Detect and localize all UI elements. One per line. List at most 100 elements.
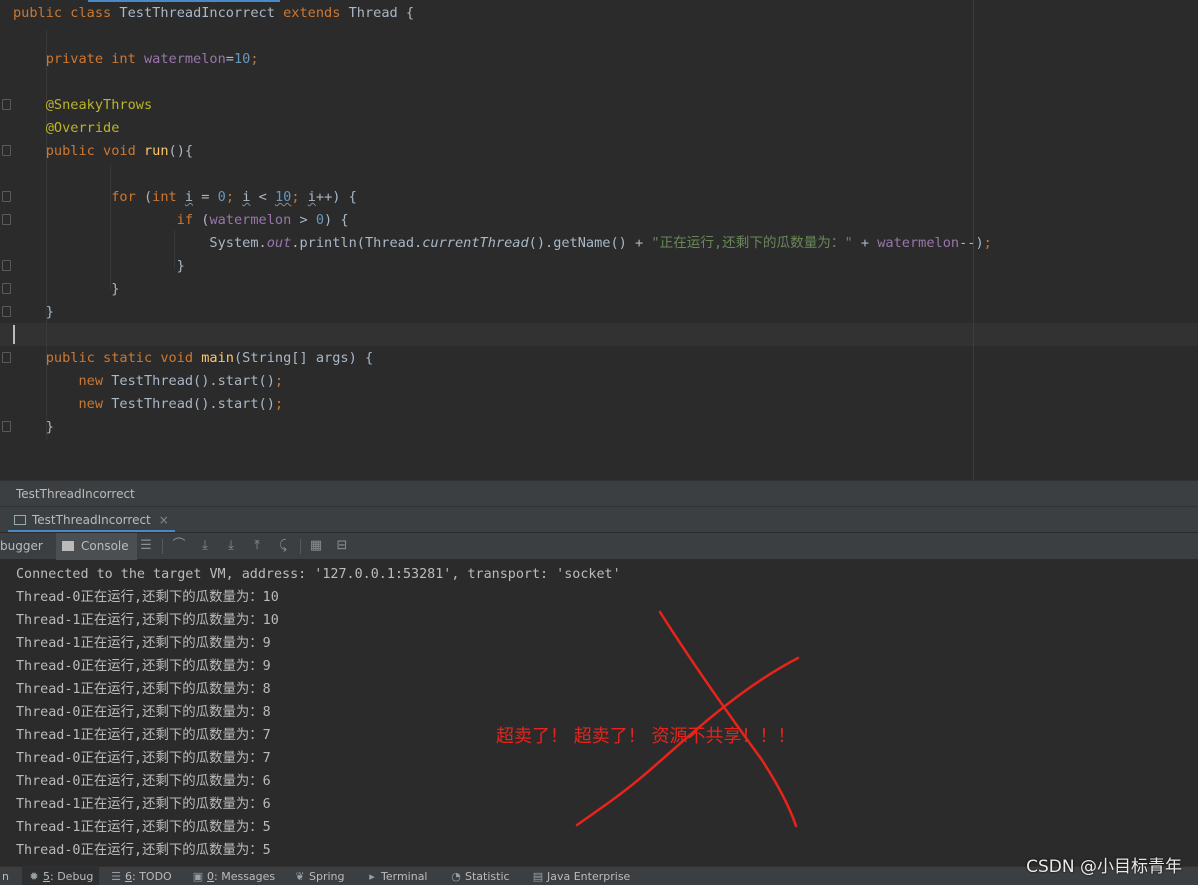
fold-marker[interactable]: [2, 214, 11, 225]
tool-number: 0: [207, 870, 214, 883]
code-line[interactable]: }: [13, 278, 119, 301]
fold-marker[interactable]: [2, 306, 11, 317]
run-to-cursor-icon[interactable]: ⤹: [275, 538, 291, 554]
code-token: run: [143, 143, 169, 159]
bug-icon: ✹: [29, 870, 39, 883]
step-out-icon[interactable]: ⤒: [249, 538, 265, 554]
current-line-highlight: [0, 323, 1198, 346]
tool-number: 6: [125, 870, 132, 883]
code-line[interactable]: new TestThread().start();: [13, 393, 283, 416]
code-line[interactable]: new TestThread().start();: [13, 370, 283, 393]
todo-tool[interactable]: ☰ 6: TODO: [108, 867, 174, 885]
debug-toolbar: bugger Console ☰ ⌒ ⤓ ⤓ ⤒ ⤹ ▦ ⊟: [0, 532, 1198, 560]
breadcrumb: TestThreadIncorrect: [0, 480, 1198, 506]
tool-number: 5: [43, 870, 50, 883]
code-editor[interactable]: public class TestThreadIncorrect extends…: [0, 0, 1198, 480]
fold-marker[interactable]: [2, 352, 11, 363]
code-line[interactable]: public void run(){: [13, 140, 193, 163]
code-line[interactable]: }: [13, 255, 185, 278]
fold-marker[interactable]: [2, 145, 11, 156]
messages-tool[interactable]: ▣ 0: Messages: [190, 867, 277, 885]
code-token: public void: [13, 143, 144, 159]
code-token: }: [13, 304, 54, 320]
tool-window-cut[interactable]: n: [0, 867, 11, 885]
tool-label: : TODO: [132, 870, 172, 883]
code-token: ().getName() +: [528, 235, 652, 251]
code-token: public static void: [13, 350, 202, 366]
code-token: TestThreadIncorrect: [119, 5, 284, 21]
code-line[interactable]: if (watermelon > 0) {: [13, 209, 349, 232]
code-token: int: [152, 189, 185, 205]
fold-marker[interactable]: [2, 283, 11, 294]
code-token: =: [225, 51, 234, 67]
code-token: watermelon: [209, 212, 292, 228]
tool-label: : Debug: [50, 870, 94, 883]
debug-tool[interactable]: ✹ 5: Debug: [22, 867, 100, 885]
menu-icon[interactable]: ☰: [138, 538, 154, 554]
code-line[interactable]: for (int i = 0; i < 10; i++) {: [13, 186, 357, 209]
step-over-icon[interactable]: ⤓: [197, 538, 213, 554]
code-token: new: [13, 373, 112, 389]
tool-label: Terminal: [381, 870, 428, 883]
code-token: .println(Thread.: [291, 235, 423, 251]
run-tab[interactable]: TestThreadIncorrect ×: [8, 507, 175, 533]
code-token: public class: [13, 5, 120, 21]
code-token: i: [307, 189, 316, 205]
code-line[interactable]: private int watermelon=10;: [13, 48, 259, 71]
tool-window-bar: n ✹ 5: Debug ☰ 6: TODO ▣ 0: Messages ❦ Spring ▸ Te…: [0, 866, 1198, 885]
tool-label: Spring: [309, 870, 345, 883]
code-line[interactable]: }: [13, 301, 54, 324]
text-caret: [13, 325, 15, 344]
step-into-icon[interactable]: ⤓: [223, 538, 239, 554]
run-tab-strip: TestThreadIncorrect ×: [0, 506, 1198, 533]
console-tab[interactable]: Console: [56, 533, 137, 560]
spring-tool[interactable]: ❦ Spring: [292, 867, 347, 885]
debugger-tab[interactable]: bugger: [0, 533, 43, 560]
red-cross-mark: [575, 610, 800, 828]
code-token: System.: [13, 235, 267, 251]
spring-leaf-icon: ❦: [295, 870, 305, 883]
code-token: 0: [315, 212, 325, 228]
code-line[interactable]: }: [13, 416, 54, 439]
fold-marker[interactable]: [2, 421, 11, 432]
code-line[interactable]: System.out.println(Thread.currentThread(…: [13, 232, 991, 255]
tool-label: Java Enterprise: [547, 870, 631, 883]
code-token: }: [13, 419, 54, 435]
code-token: main: [201, 350, 234, 366]
annotation-text: 超卖了！ 超卖了！ 资源不共享！！！: [496, 726, 796, 747]
fold-marker[interactable]: [2, 191, 11, 202]
code-line[interactable]: @Override: [13, 117, 120, 140]
console-icon: [62, 541, 74, 551]
code-token: watermelon: [143, 51, 226, 67]
code-line[interactable]: @SneakyThrows: [13, 94, 152, 117]
code-token: >: [291, 212, 316, 228]
code-token: }: [13, 281, 120, 297]
breadcrumb-item[interactable]: TestThreadIncorrect: [16, 487, 135, 501]
fold-marker[interactable]: [2, 99, 11, 110]
code-token: Thread {: [348, 5, 415, 21]
evaluate-icon[interactable]: ▦: [308, 538, 324, 554]
console-output[interactable]: Connected to the target VM, address: '12…: [0, 560, 1198, 866]
layout-icon[interactable]: ⊟: [334, 538, 350, 554]
show-execution-point-icon[interactable]: ⌒: [171, 538, 187, 554]
list-icon: ☰: [111, 870, 121, 883]
tool-label: Statistic: [465, 870, 510, 883]
code-token: ;: [225, 189, 243, 205]
code-token: "正在运行,还剩下的瓜数量为：": [651, 235, 853, 251]
code-token: 0: [217, 189, 226, 205]
terminal-tool[interactable]: ▸ Terminal: [364, 867, 430, 885]
run-tab-label: TestThreadIncorrect: [32, 513, 151, 527]
code-token: TestThread().start(): [111, 396, 275, 412]
fold-marker[interactable]: [2, 260, 11, 271]
code-token: ++) {: [315, 189, 357, 205]
close-icon[interactable]: ×: [159, 513, 169, 527]
code-token: --): [959, 235, 984, 251]
statistic-icon: ◔: [451, 870, 461, 883]
code-token: +: [852, 235, 878, 251]
statistic-tool[interactable]: ◔ Statistic: [448, 867, 512, 885]
code-token: if: [13, 212, 202, 228]
code-token: new: [13, 396, 112, 412]
code-line[interactable]: public class TestThreadIncorrect extends…: [13, 2, 414, 25]
code-line[interactable]: public static void main(String[] args) {: [13, 347, 373, 370]
java-enterprise-tool[interactable]: ▤ Java Enterprise: [530, 867, 632, 885]
